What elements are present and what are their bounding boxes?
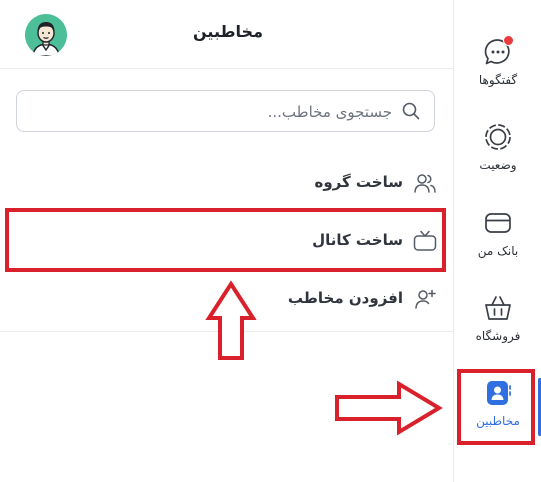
tv-channel-icon xyxy=(413,230,437,251)
status-ring-icon xyxy=(485,124,511,150)
search-box[interactable] xyxy=(16,90,435,133)
nav-item-shop[interactable]: فروشگاه xyxy=(454,293,541,371)
contacts-icon xyxy=(487,381,511,405)
card-icon xyxy=(485,213,511,233)
nav-item-my-bank[interactable]: بانک من xyxy=(454,208,541,286)
create-channel-label: ساخت کانال xyxy=(312,231,403,249)
panel-header: مخاطبین xyxy=(0,0,453,69)
create-group-label: ساخت گروه xyxy=(314,173,403,191)
avatar-face-icon xyxy=(25,14,67,56)
create-group-item[interactable]: ساخت گروه xyxy=(15,161,437,205)
add-contact-label: افزودن مخاطب xyxy=(287,289,403,307)
basket-icon xyxy=(485,296,511,320)
search-icon xyxy=(402,102,420,120)
avatar[interactable] xyxy=(25,14,67,56)
nav-item-chats[interactable]: گفتگوها xyxy=(454,35,541,115)
page-title: مخاطبین xyxy=(193,22,263,41)
up-arrow-icon xyxy=(205,280,257,360)
nav-item-contacts[interactable]: مخاطبین xyxy=(454,378,541,456)
nav-item-contacts-label: مخاطبین xyxy=(476,414,520,428)
nav-item-status-label: وضعیت xyxy=(479,158,517,172)
group-icon xyxy=(414,174,436,193)
nav-rail: گفتگوها وضعیت بانک من فروشگاه مخاطبین xyxy=(453,0,541,482)
nav-item-status[interactable]: وضعیت xyxy=(454,122,541,200)
add-user-icon xyxy=(415,289,436,309)
right-arrow-icon xyxy=(335,380,443,436)
nav-item-my-bank-label: بانک من xyxy=(477,244,519,258)
create-channel-item[interactable]: ساخت کانال xyxy=(15,219,437,263)
nav-item-chats-label: گفتگوها xyxy=(478,73,518,87)
unread-badge xyxy=(503,35,514,46)
nav-item-shop-label: فروشگاه xyxy=(475,329,521,343)
search-input[interactable] xyxy=(30,91,394,133)
